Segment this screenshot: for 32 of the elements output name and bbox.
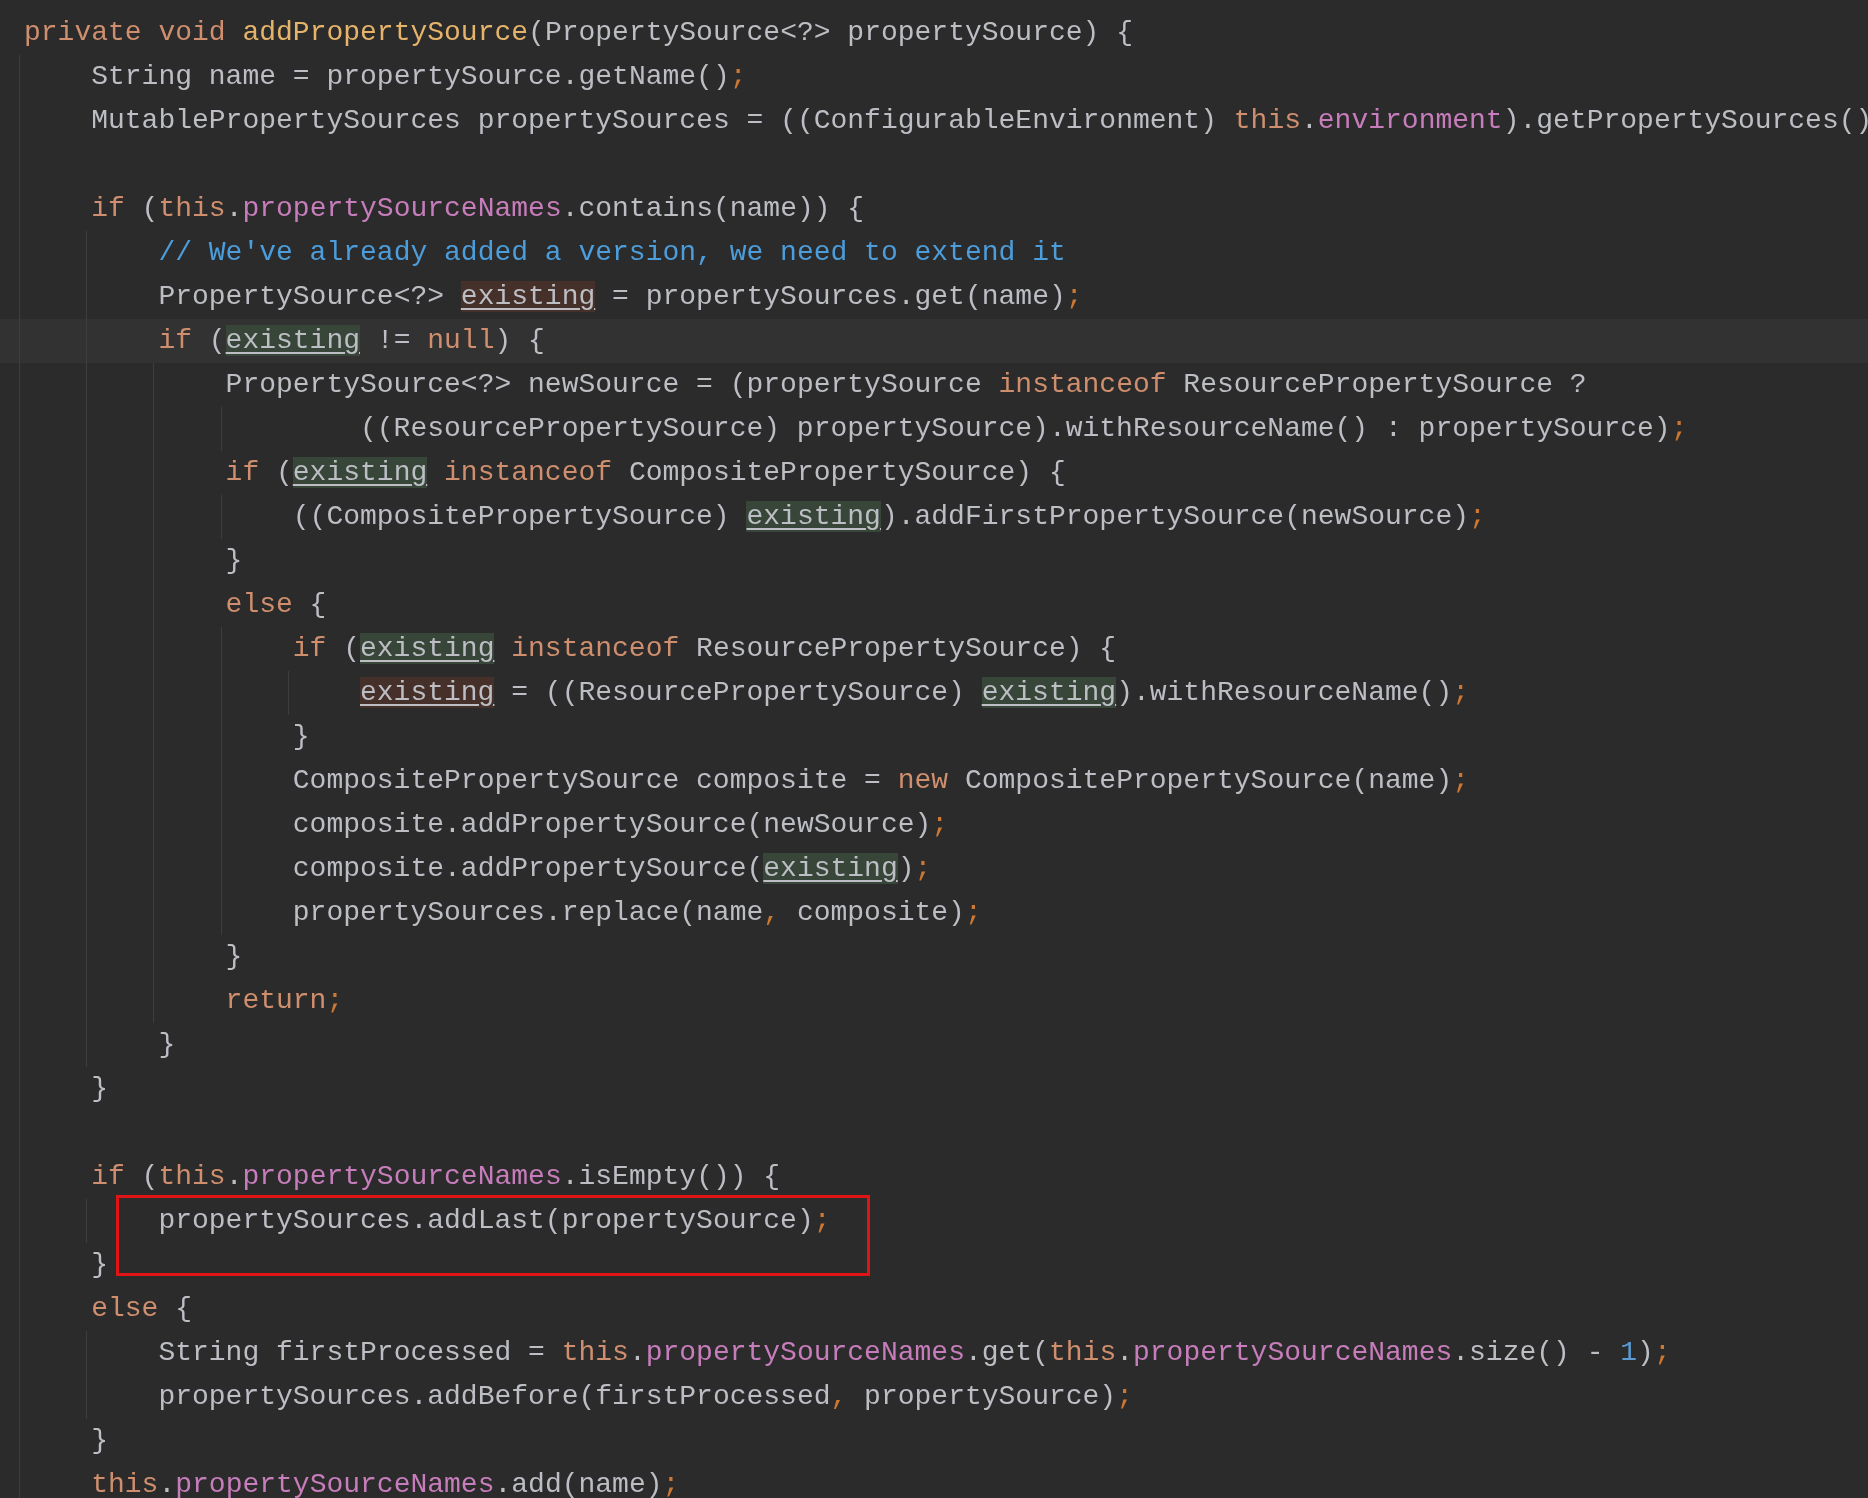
- code-line: return;: [225, 984, 344, 1018]
- code-line: }: [225, 544, 243, 578]
- code-line: propertySources.addLast(propertySource);: [158, 1204, 831, 1238]
- code-line: }: [225, 940, 243, 974]
- code-line: composite.addPropertySource(existing);: [292, 852, 932, 886]
- code-line: propertySources.addBefore(firstProcessed, propertySource);: [158, 1380, 1133, 1414]
- code-line: if (existing != null) {: [158, 324, 545, 358]
- code-line: else {: [225, 588, 327, 622]
- code-line: if (this.propertySourceNames.isEmpty()) {: [91, 1160, 781, 1194]
- code-line: propertySources.replace(name, composite);: [292, 896, 982, 930]
- code-line: CompositePropertySource composite = new CompositePropertySource(name);: [292, 764, 1470, 798]
- code-line: if (existing instanceof ResourcePropertySource) {: [292, 632, 1117, 666]
- code-line: }: [158, 1028, 176, 1062]
- code-line: MutablePropertySources propertySources = ((ConfigurableEnvironment) this.environment).getPropertySources(): [91, 104, 1868, 138]
- code-line: String name = propertySource.getName();: [91, 60, 747, 94]
- code-line: existing = ((ResourcePropertySource) existing).withResourceName();: [360, 676, 1469, 710]
- code-line: PropertySource<?> existing = propertySources.get(name);: [158, 280, 1083, 314]
- code-line: ((CompositePropertySource) existing).addFirstPropertySource(newSource);: [292, 500, 1486, 534]
- code-line: }: [91, 1072, 108, 1106]
- code-line: this.propertySourceNames.add(name);: [91, 1468, 680, 1498]
- code-line: composite.addPropertySource(newSource);: [292, 808, 949, 842]
- code-line: private void addPropertySource(PropertySource<?> propertySource) {: [24, 16, 1133, 50]
- code-line: }: [91, 1248, 108, 1282]
- code-line: else {: [91, 1292, 192, 1326]
- code-line: if (existing instanceof CompositePropertySource) {: [225, 456, 1066, 490]
- code-line: }: [292, 720, 310, 754]
- code-line: if (this.propertySourceNames.contains(name)) {: [91, 192, 865, 226]
- code-line: ((ResourcePropertySource) propertySource).withResourceName() : propertySource);: [360, 412, 1688, 446]
- code-line: PropertySource<?> newSource = (propertySource instanceof ResourcePropertySource ?: [225, 368, 1587, 402]
- code-line: // We've already added a version, we need to extend it: [158, 236, 1066, 270]
- code-line: }: [91, 1424, 108, 1458]
- code-line: String firstProcessed = this.propertySourceNames.get(this.propertySourceNames.size() - 1);: [158, 1336, 1671, 1370]
